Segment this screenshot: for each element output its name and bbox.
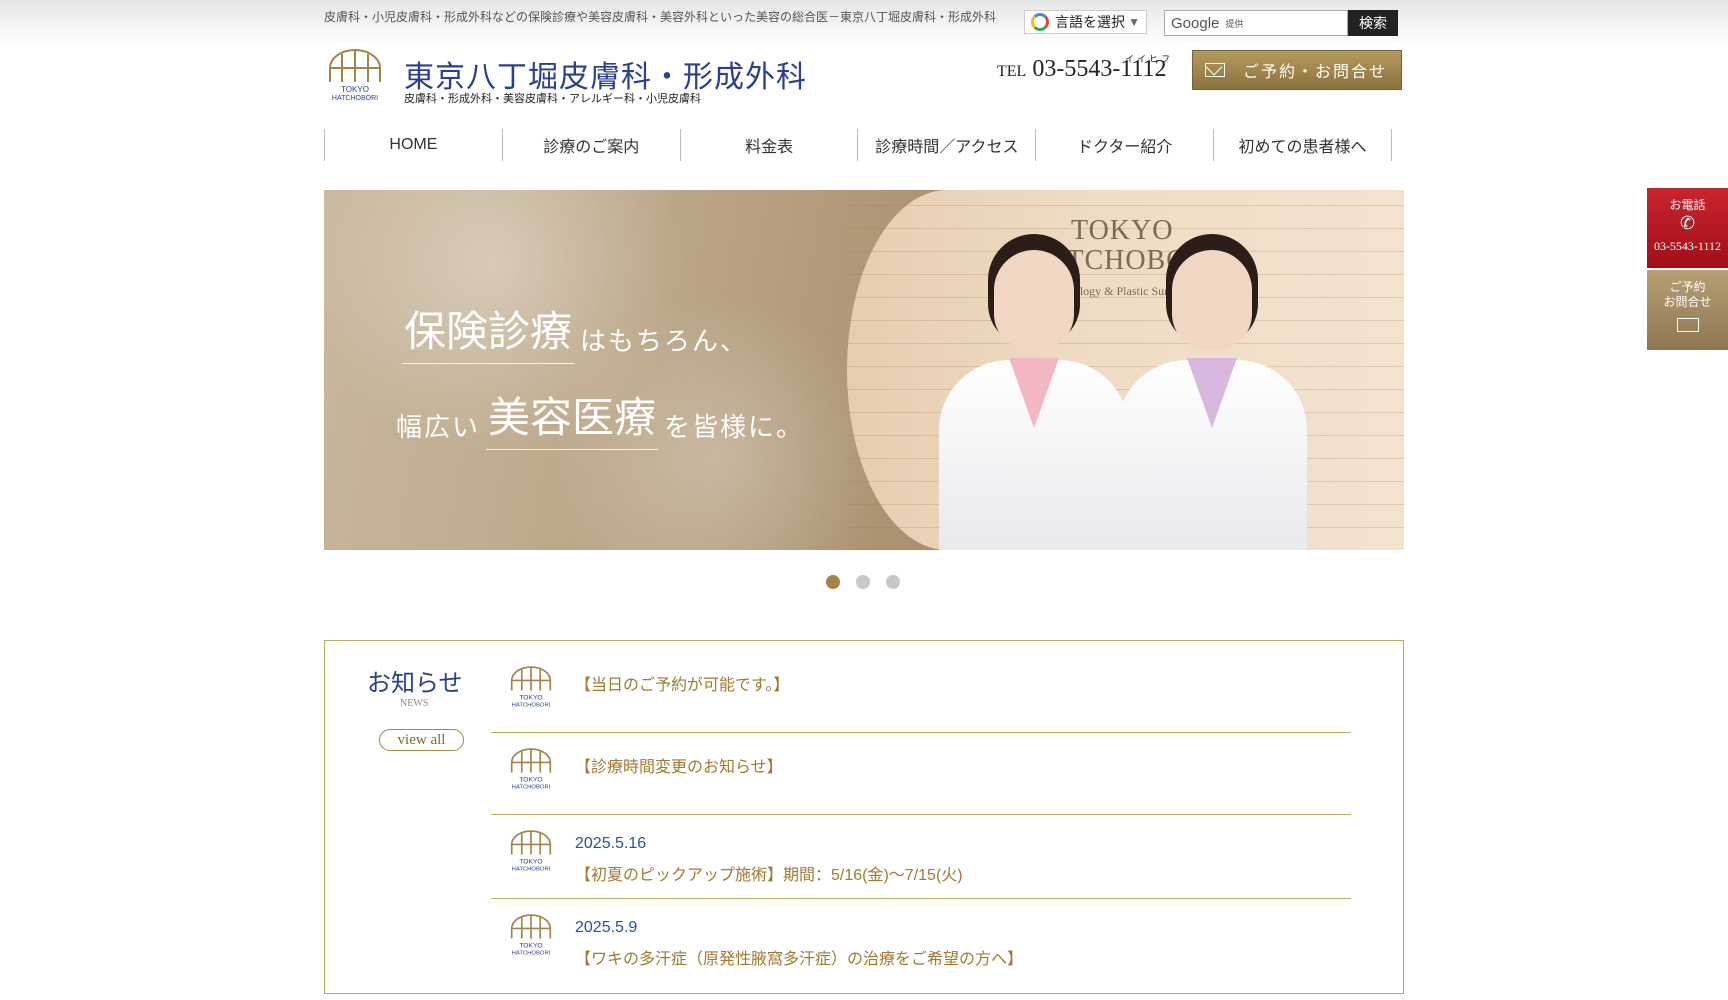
nav-doctors[interactable]: ドクター紹介 xyxy=(1036,129,1215,161)
hero-copy: 保険診療 はもちろん、 幅広い 美容医療 を皆様に。 xyxy=(396,298,804,470)
slider-dot[interactable] xyxy=(886,575,900,589)
doctor-figure xyxy=(1117,250,1307,550)
slider-dot[interactable] xyxy=(856,575,870,589)
chevron-down-icon: ▼ xyxy=(1128,15,1140,29)
clinic-logo-icon: TOKYOHATCHOBORI xyxy=(510,748,552,790)
language-selector[interactable]: 言語を選択 ▼ xyxy=(1024,10,1147,34)
hero-highlight: 美容医療 xyxy=(486,384,659,450)
svg-text:HATCHOBORI: HATCHOBORI xyxy=(512,702,551,708)
hero-slider[interactable]: TOKYO HATCHOBORI tology & Plastic Surg 保… xyxy=(324,190,1404,550)
news-title: お知らせ xyxy=(367,671,463,697)
doctor-figure xyxy=(939,250,1129,550)
search-input[interactable]: Google 提供 xyxy=(1164,10,1348,36)
news-title-link[interactable]: 【当日のご予約が可能です。】 xyxy=(575,671,789,695)
clinic-logo-icon: TOKYOHATCHOBORI xyxy=(510,830,552,872)
nav-services[interactable]: 診療のご案内 xyxy=(503,129,681,161)
news-title-link[interactable]: 【初夏のピックアップ施術】期間：5/16(金)～7/15(火) xyxy=(575,861,963,885)
svg-text:TOKYO: TOKYO xyxy=(519,859,542,866)
svg-text:HATCHOBORI: HATCHOBORI xyxy=(332,95,378,102)
slider-dot[interactable] xyxy=(826,575,840,589)
svg-text:TOKYO: TOKYO xyxy=(519,695,542,702)
side-reserve-button[interactable]: ご予約 お問合せ xyxy=(1647,270,1728,350)
clinic-logo-icon: TOKYOHATCHOBORI xyxy=(510,914,552,956)
tel-ruby: イイヒフ xyxy=(1125,54,1174,64)
news-item[interactable]: TOKYO HATCHOBORI 【当日のご予約が可能です。】 xyxy=(491,651,1351,733)
search-provided-label: 提供 xyxy=(1225,18,1244,29)
site-subtitle: 皮膚科・形成外科・美容皮膚科・アレルギー科・小児皮膚科 xyxy=(404,93,701,105)
google-g-icon xyxy=(1031,13,1049,31)
svg-text:HATCHOBORI: HATCHOBORI xyxy=(512,784,551,790)
language-selector-label: 言語を選択 xyxy=(1055,14,1125,30)
nav-first-visit[interactable]: 初めての患者様へ xyxy=(1214,129,1392,161)
contact-button-label: ご予約・お問合せ xyxy=(1243,64,1388,81)
search-button[interactable]: 検索 xyxy=(1348,10,1398,36)
news-item[interactable]: TOKYO HATCHOBORI 2025.5.9 【ワキの多汗症（原発性腋窩多汗症）… xyxy=(491,899,1351,979)
svg-text:TOKYO: TOKYO xyxy=(519,777,542,784)
mail-icon xyxy=(1676,318,1699,332)
slider-dots xyxy=(826,575,900,589)
global-nav: HOME 診療のご案内 料金表 診療時間／アクセス ドクター紹介 初めての患者様… xyxy=(324,129,1392,161)
site-search: Google 提供 検索 xyxy=(1164,10,1398,36)
nav-hours-access[interactable]: 診療時間／アクセス xyxy=(858,129,1037,161)
view-all-button[interactable]: view all xyxy=(379,729,464,751)
svg-text:TOKYO: TOKYO xyxy=(519,943,542,950)
news-date: 2025.5.16 xyxy=(575,835,647,852)
news-item[interactable]: TOKYO HATCHOBORI 2025.5.16 【初夏のピックアップ施術】期間：… xyxy=(491,815,1351,899)
news-title-link[interactable]: 【ワキの多汗症（原発性腋窩多汗症）の治療をご希望の方へ】 xyxy=(575,945,1023,969)
clinic-logo-icon[interactable]: TOKYO HATCHOBORI xyxy=(324,48,386,106)
news-title-link[interactable]: 【診療時間変更のお知らせ】 xyxy=(575,753,783,777)
phone-number[interactable]: TEL 03-5543-1112 イイヒフ xyxy=(997,54,1170,83)
mail-icon xyxy=(1205,63,1225,77)
contact-button[interactable]: ご予約・お問合せ xyxy=(1192,50,1402,90)
doctors-photo: TOKYO HATCHOBORI tology & Plastic Surg xyxy=(847,190,1404,550)
news-list: TOKYO HATCHOBORI 【当日のご予約が可能です。】 TOKYO HATCHO… xyxy=(491,651,1351,979)
news-section: お知らせ NEWS view all TOKYO HATCHOBORI 【当日のご予… xyxy=(324,640,1404,994)
nav-prices[interactable]: 料金表 xyxy=(681,129,859,161)
svg-text:HATCHOBORI: HATCHOBORI xyxy=(512,866,551,872)
phone-icon: ✆ xyxy=(1679,213,1696,233)
clinic-logo-icon: TOKYOHATCHOBORI xyxy=(510,666,552,708)
hero-highlight: 保険診療 xyxy=(402,298,575,364)
nav-home[interactable]: HOME xyxy=(325,129,503,161)
tel-label: TEL xyxy=(997,63,1027,80)
side-phone-button[interactable]: お電話 ✆ 03-5543-1112 xyxy=(1647,188,1728,268)
svg-text:HATCHOBORI: HATCHOBORI xyxy=(512,950,551,956)
svg-text:TOKYO: TOKYO xyxy=(341,85,369,94)
news-date: 2025.5.9 xyxy=(575,919,638,936)
search-brand: Google xyxy=(1171,14,1220,32)
news-item[interactable]: TOKYO HATCHOBORI 【診療時間変更のお知らせ】 xyxy=(491,733,1351,815)
news-title-en: NEWS xyxy=(400,698,429,709)
